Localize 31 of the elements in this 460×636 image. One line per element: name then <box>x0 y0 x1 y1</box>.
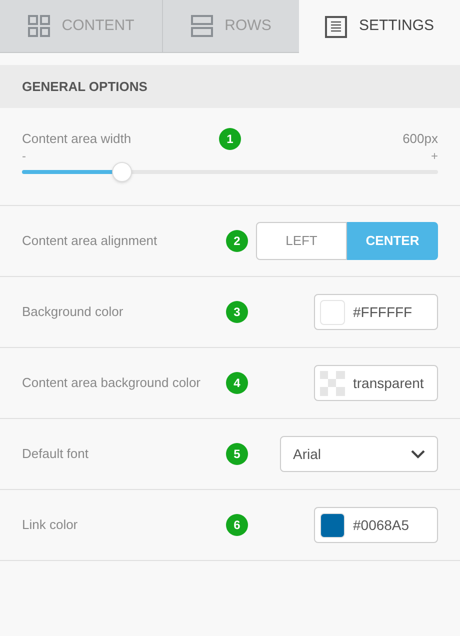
rows-icon <box>190 15 213 37</box>
slider-handle[interactable] <box>112 162 132 182</box>
max-label: + <box>430 150 438 162</box>
number-badge: 5 <box>226 443 248 465</box>
color-value: #FFFFFF <box>353 302 412 322</box>
width-reading: 600px <box>402 130 438 148</box>
grid-icon <box>28 15 50 37</box>
section-title: GENERAL OPTIONS <box>22 78 148 96</box>
number-badge: 2 <box>226 230 248 252</box>
number-badge: 6 <box>226 514 248 536</box>
chevron-down-icon <box>411 450 425 458</box>
option-label: Background color <box>22 303 124 322</box>
option-label: Default font <box>22 445 90 464</box>
slider[interactable] <box>22 162 438 182</box>
color-value: transparent <box>353 374 424 393</box>
alignment-toggle[interactable]: LEFT <box>256 222 347 260</box>
color-field[interactable]: #FFFFFF <box>314 294 438 330</box>
option-label: Content area background color <box>22 374 202 392</box>
font-dropdown[interactable]: Arial <box>280 436 438 472</box>
color-field[interactable]: transparent <box>314 365 438 401</box>
option-label: Content area alignment <box>22 232 158 250</box>
transparent-swatch <box>320 370 345 396</box>
color-value: #0068A5 <box>353 516 410 534</box>
option-label: Link color <box>22 516 79 534</box>
document-icon <box>324 16 347 38</box>
option-label: Content area width <box>22 130 132 148</box>
number-badge: 1 <box>219 128 241 150</box>
number-badge: 3 <box>226 301 248 323</box>
color-field[interactable]: #0068A5 <box>314 507 438 543</box>
min-label: - <box>22 150 26 162</box>
number-badge: 4 <box>226 372 248 394</box>
